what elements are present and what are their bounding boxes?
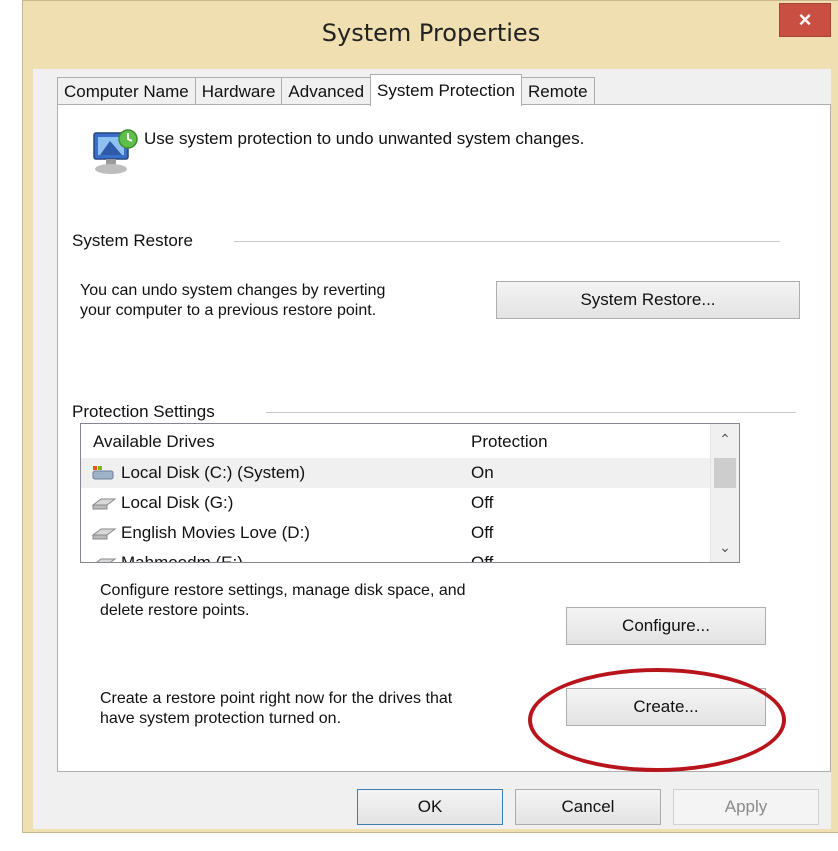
system-restore-description-line2: your computer to a previous restore poin… bbox=[80, 302, 377, 319]
create-description-line2: have system protection turned on. bbox=[100, 710, 342, 727]
ok-button[interactable]: OK bbox=[357, 789, 503, 825]
configure-description: Configure restore settings, manage disk … bbox=[100, 581, 466, 621]
system-protection-panel: Use system protection to undo unwanted s… bbox=[57, 104, 831, 772]
system-restore-button[interactable]: System Restore... bbox=[496, 281, 800, 319]
title-bar[interactable]: System Properties × bbox=[23, 1, 838, 69]
drive-name: Local Disk (C:) (System) bbox=[121, 463, 306, 482]
drive-protection-status: On bbox=[471, 463, 494, 482]
drive-icon bbox=[91, 555, 117, 562]
protection-settings-divider bbox=[266, 412, 796, 413]
drive-row[interactable]: Local Disk (C:) (System) On bbox=[81, 458, 711, 488]
tab-remote[interactable]: Remote bbox=[521, 77, 595, 105]
tab-computer-name[interactable]: Computer Name bbox=[57, 77, 196, 105]
intro-text: Use system protection to undo unwanted s… bbox=[144, 129, 585, 148]
configure-description-line1: Configure restore settings, manage disk … bbox=[100, 582, 466, 599]
window-title: System Properties bbox=[321, 19, 541, 47]
protection-settings-group-label: Protection Settings bbox=[72, 402, 223, 422]
tab-system-protection[interactable]: System Protection bbox=[370, 74, 522, 106]
system-restore-description: You can undo system changes by reverting… bbox=[80, 281, 385, 321]
create-description-line1: Create a restore point right now for the… bbox=[100, 690, 453, 707]
drive-protection-status: Off bbox=[471, 553, 494, 563]
drive-row[interactable]: English Movies Love (D:) Off bbox=[81, 518, 711, 548]
system-restore-divider bbox=[234, 241, 780, 242]
create-button[interactable]: Create... bbox=[566, 688, 766, 726]
drive-icon bbox=[91, 525, 117, 541]
drive-name: Local Disk (G:) bbox=[121, 493, 234, 512]
drive-row[interactable]: Local Disk (G:) Off bbox=[81, 488, 711, 518]
apply-button[interactable]: Apply bbox=[673, 789, 819, 825]
system-properties-window: System Properties × Computer Name Hardwa… bbox=[22, 0, 838, 833]
available-drives-list[interactable]: Available Drives Protection Local Disk (… bbox=[80, 423, 740, 563]
system-drive-icon bbox=[91, 465, 117, 481]
system-restore-group-label: System Restore bbox=[72, 231, 201, 251]
system-protection-icon bbox=[84, 127, 140, 179]
drives-list-header: Available Drives Protection bbox=[81, 424, 711, 456]
close-icon: × bbox=[798, 7, 812, 32]
scroll-down-icon[interactable]: ⌄ bbox=[711, 534, 739, 560]
cancel-button[interactable]: Cancel bbox=[515, 789, 661, 825]
column-protection[interactable]: Protection bbox=[471, 432, 548, 452]
drives-scrollbar[interactable]: ⌃ ⌄ bbox=[710, 424, 739, 562]
scroll-thumb[interactable] bbox=[714, 458, 736, 488]
configure-description-line2: delete restore points. bbox=[100, 602, 250, 619]
tab-advanced[interactable]: Advanced bbox=[281, 77, 372, 105]
column-available-drives[interactable]: Available Drives bbox=[93, 432, 215, 452]
drive-icon bbox=[91, 495, 117, 511]
scroll-up-icon[interactable]: ⌃ bbox=[711, 426, 739, 452]
drive-name: Mahmoodm (E:) bbox=[121, 553, 243, 563]
close-button[interactable]: × bbox=[779, 3, 831, 37]
create-description: Create a restore point right now for the… bbox=[100, 689, 452, 729]
configure-button[interactable]: Configure... bbox=[566, 607, 766, 645]
tab-strip: Computer Name Hardware Advanced System P… bbox=[57, 73, 595, 106]
dialog-client-area: Computer Name Hardware Advanced System P… bbox=[33, 69, 831, 829]
drive-row[interactable]: Mahmoodm (E:) Off bbox=[81, 548, 711, 563]
drive-protection-status: Off bbox=[471, 523, 494, 542]
drive-name: English Movies Love (D:) bbox=[121, 523, 310, 542]
tab-hardware[interactable]: Hardware bbox=[194, 77, 283, 105]
system-restore-description-line1: You can undo system changes by reverting bbox=[80, 282, 386, 299]
drive-protection-status: Off bbox=[471, 493, 494, 512]
